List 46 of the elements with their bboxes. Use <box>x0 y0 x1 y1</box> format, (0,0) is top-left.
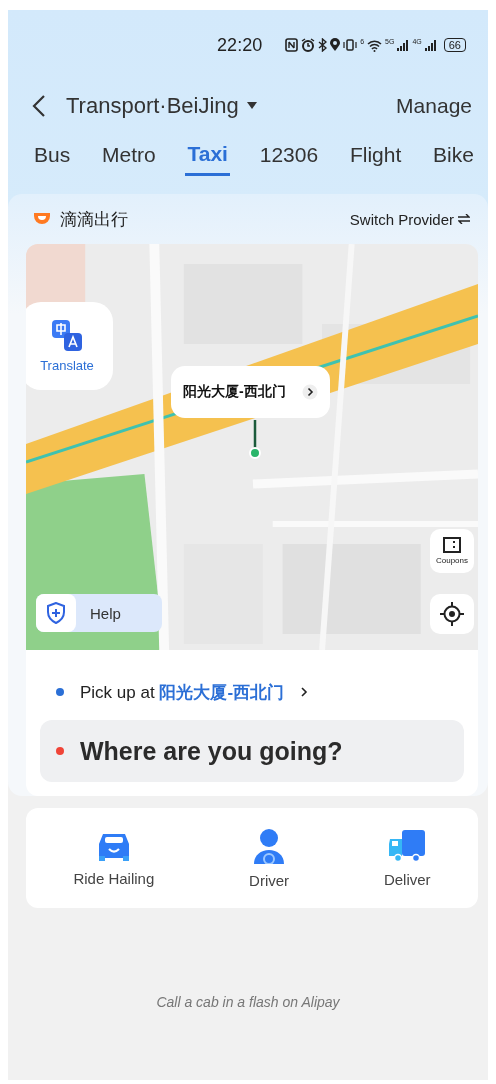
chevron-right-icon[interactable] <box>300 686 309 698</box>
translate-button[interactable]: Translate <box>26 302 113 390</box>
signal-icon <box>397 39 410 51</box>
provider-logo-icon <box>32 211 52 227</box>
service-button[interactable]: Deliver <box>383 828 431 888</box>
shield-icon <box>46 602 66 624</box>
pickup-callout[interactable]: 阳光大厦-西北门 <box>171 366 330 418</box>
manage-button[interactable]: Manage <box>396 94 472 118</box>
back-icon[interactable] <box>32 94 46 118</box>
status-time: 22:20 <box>217 34 263 56</box>
footer-text: Call a cab in a flash on Alipay <box>155 994 341 1010</box>
battery-indicator: 66 <box>443 38 466 52</box>
alarm-icon <box>301 38 316 52</box>
transport-tab[interactable]: Flight <box>347 140 404 176</box>
pickup-dot <box>56 688 64 696</box>
coupons-button[interactable]: Coupons <box>430 529 474 573</box>
nfc-icon <box>285 38 299 52</box>
transport-tab[interactable]: Bike <box>431 140 476 176</box>
destination-field[interactable]: Where are you going? <box>40 720 464 782</box>
caret-icon[interactable] <box>246 102 257 110</box>
transport-tab[interactable]: 12306 <box>257 140 321 176</box>
person-icon <box>252 827 287 864</box>
locate-icon <box>440 602 464 626</box>
page-title[interactable]: Transport·BeiJing <box>66 93 239 119</box>
wifi-icon <box>367 38 383 52</box>
transport-tab[interactable]: Metro <box>100 140 158 176</box>
service-button[interactable]: Ride Hailing <box>73 829 155 887</box>
help-button[interactable]: Help <box>36 594 162 632</box>
service-button[interactable]: Driver <box>249 827 290 889</box>
destination-dot <box>56 747 64 755</box>
chevron-right-icon <box>301 384 318 400</box>
locate-button[interactable] <box>430 594 474 634</box>
transport-tab[interactable]: Bus <box>32 140 73 176</box>
ticket-icon <box>443 537 461 553</box>
truck-icon <box>388 828 427 863</box>
signal-icon <box>424 39 437 51</box>
translate-icon <box>52 319 82 352</box>
pin-icon <box>248 420 262 460</box>
pickup-location-link[interactable]: Pick up at 阳光大厦-西北门 <box>80 680 285 704</box>
transport-tab[interactable]: Taxi <box>185 140 230 176</box>
swap-icon <box>458 214 470 224</box>
bluetooth-icon <box>318 38 328 52</box>
location-icon <box>330 38 341 52</box>
provider-name: 滴滴出行 <box>60 208 128 231</box>
switch-provider-button[interactable]: Switch Provider <box>349 210 470 228</box>
vibrate-icon <box>343 38 358 52</box>
